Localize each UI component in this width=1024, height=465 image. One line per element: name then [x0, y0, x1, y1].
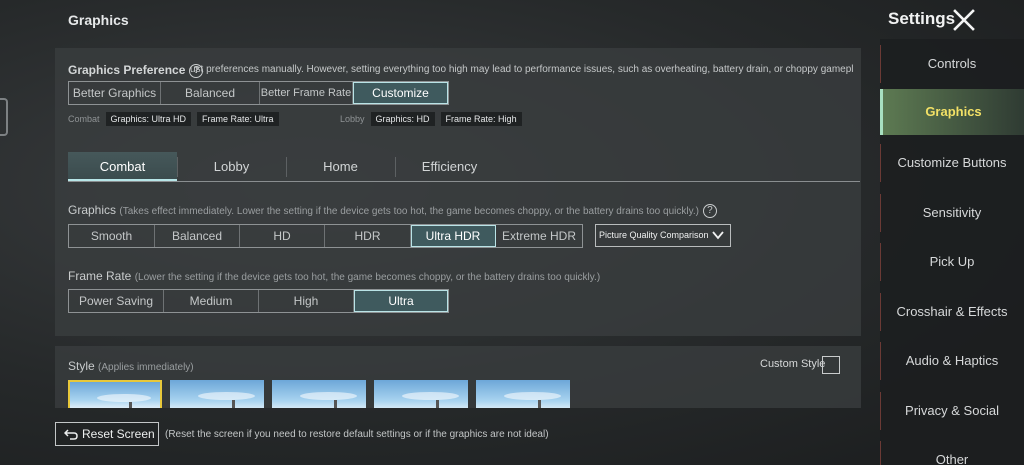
sidebar-item-controls[interactable]: Controls: [880, 41, 1024, 87]
tab-lobby[interactable]: Lobby: [177, 152, 286, 181]
frame-rate-option-high[interactable]: High: [259, 290, 354, 312]
combat-preset-row: Combat Graphics: Ultra HD Frame Rate: Ul…: [68, 112, 279, 126]
graphics-option-extreme-hdr[interactable]: Extreme HDR: [496, 225, 582, 247]
preference-description: ust preferences manually. However, setti…: [190, 64, 854, 75]
graphics-help-icon[interactable]: ?: [702, 203, 717, 218]
sidebar-item-audio-haptics[interactable]: Audio & Haptics: [880, 338, 1024, 384]
graphics-option-hdr[interactable]: HDR: [325, 225, 411, 247]
combat-preset-label: Combat: [68, 114, 100, 124]
graphics-option-ultra-hdr[interactable]: Ultra HDR: [411, 225, 496, 247]
sidebar-item-sensitivity[interactable]: Sensitivity: [880, 190, 1024, 236]
lobby-preset-row: Lobby Graphics: HD Frame Rate: High: [340, 112, 522, 126]
tab-home[interactable]: Home: [286, 152, 395, 181]
close-icon[interactable]: [952, 8, 976, 32]
picture-quality-comparison-dropdown[interactable]: Picture Quality Comparison: [595, 224, 731, 247]
custom-style-label: Custom Style: [760, 358, 826, 370]
graphics-option-smooth[interactable]: Smooth: [69, 225, 155, 247]
custom-style-checkbox[interactable]: [822, 356, 840, 374]
preference-heading: Graphics Preference?: [68, 63, 207, 78]
combat-frame-rate-tag: Frame Rate: Ultra: [197, 112, 279, 126]
left-edge-handle: [0, 98, 8, 136]
graphics-option-balanced[interactable]: Balanced: [155, 225, 240, 247]
preference-selector: Better Graphics Balanced Better Frame Ra…: [68, 81, 449, 105]
sidebar-item-other[interactable]: Other: [880, 437, 1024, 465]
sidebar-item-privacy-social[interactable]: Privacy & Social: [880, 388, 1024, 434]
graphics-option-hd[interactable]: HD: [240, 225, 325, 247]
style-label: Style: [68, 359, 95, 373]
frame-rate-heading: Frame Rate (Lower the setting if the dev…: [68, 269, 600, 283]
style-thumbnail[interactable]: [68, 380, 162, 408]
reset-screen-button[interactable]: Reset Screen: [55, 422, 159, 446]
graphics-heading: Graphics (Takes effect immediately. Lowe…: [68, 203, 721, 218]
scene-tabs: Combat Lobby Home Efficiency: [68, 152, 860, 182]
frame-rate-option-ultra[interactable]: Ultra: [354, 290, 448, 312]
sidebar-item-crosshair-effects[interactable]: Crosshair & Effects: [880, 289, 1024, 335]
frame-rate-option-medium[interactable]: Medium: [164, 290, 259, 312]
tab-efficiency[interactable]: Efficiency: [395, 152, 504, 181]
sidebar-item-customize-buttons[interactable]: Customize Buttons: [880, 140, 1024, 186]
frame-rate-label: Frame Rate: [68, 269, 132, 283]
undo-icon: [63, 429, 78, 440]
reset-screen-hint: (Reset the screen if you need to restore…: [165, 429, 549, 440]
tab-combat[interactable]: Combat: [68, 152, 177, 181]
preference-option-customize[interactable]: Customize: [353, 82, 448, 104]
settings-sidebar: Controls Graphics Customize Buttons Sens…: [880, 39, 1024, 465]
style-thumbnail[interactable]: [374, 380, 468, 408]
style-panel: Style (Applies immediately) Custom Style: [55, 346, 861, 408]
preference-option-better-graphics[interactable]: Better Graphics: [69, 82, 161, 104]
reset-screen-label: Reset Screen: [82, 427, 155, 441]
graphics-quality-selector: Smooth Balanced HD HDR Ultra HDR Extreme…: [68, 224, 583, 248]
style-heading: Style (Applies immediately): [68, 359, 194, 373]
graphics-settings-panel: Graphics Preference? ust preferences man…: [55, 48, 861, 336]
style-thumbnail[interactable]: [272, 380, 366, 408]
graphics-hint: (Takes effect immediately. Lower the set…: [119, 206, 699, 217]
style-thumbnail[interactable]: [476, 380, 570, 408]
picture-quality-comparison-label: Picture Quality Comparison: [599, 230, 709, 240]
frame-rate-option-power-saving[interactable]: Power Saving: [69, 290, 164, 312]
frame-rate-hint: (Lower the setting if the device gets to…: [134, 272, 601, 283]
lobby-preset-label: Lobby: [340, 114, 365, 124]
combat-graphics-tag: Graphics: Ultra HD: [105, 112, 192, 126]
preference-option-balanced[interactable]: Balanced: [161, 82, 260, 104]
chevron-down-icon: [712, 231, 724, 240]
settings-title: Settings: [888, 9, 956, 28]
style-hint: (Applies immediately): [98, 362, 194, 373]
page-title: Graphics: [68, 12, 129, 28]
preference-label: Graphics Preference: [68, 63, 186, 77]
sidebar-item-pick-up[interactable]: Pick Up: [880, 239, 1024, 285]
lobby-graphics-tag: Graphics: HD: [370, 112, 435, 126]
sidebar-item-graphics[interactable]: Graphics: [880, 89, 1024, 135]
preference-option-better-frame-rate[interactable]: Better Frame Rate: [260, 82, 353, 104]
lobby-frame-rate-tag: Frame Rate: High: [440, 112, 522, 126]
style-thumbnail[interactable]: [170, 380, 264, 408]
graphics-label: Graphics: [68, 203, 117, 217]
frame-rate-selector: Power Saving Medium High Ultra: [68, 289, 449, 313]
